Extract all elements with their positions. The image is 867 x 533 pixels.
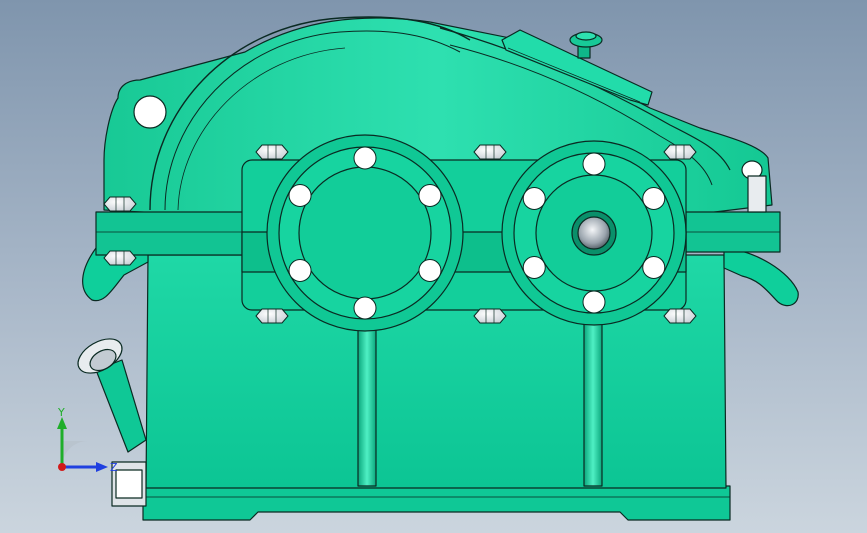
graphics-viewport[interactable]: Y Z xyxy=(0,0,867,533)
bolt-hole xyxy=(582,152,606,176)
base-plate xyxy=(142,485,731,521)
bolt-hole xyxy=(582,290,606,314)
hex-bolt xyxy=(473,308,507,324)
bolt-hole xyxy=(418,259,442,282)
split-flange xyxy=(95,211,266,256)
x-axis-dot-icon xyxy=(58,463,66,471)
bolt-hole xyxy=(353,296,377,320)
hex-bolt xyxy=(663,308,697,324)
locating-pin xyxy=(747,175,767,213)
right-lug xyxy=(723,247,799,307)
hex-bolt xyxy=(255,308,289,324)
hex-bolt xyxy=(255,144,289,160)
y-axis-label: Y xyxy=(57,406,65,419)
hex-bolt xyxy=(473,144,507,160)
rib-right xyxy=(583,317,603,487)
bolt-hole xyxy=(522,256,546,279)
lifting-eye-left xyxy=(133,95,167,129)
z-axis-arrow-icon xyxy=(96,462,108,472)
rib-left xyxy=(357,317,377,487)
bolt-hole xyxy=(353,146,377,170)
bolt-hole xyxy=(288,184,312,207)
z-axis-label: Z xyxy=(110,461,118,474)
bolt-hole xyxy=(522,187,546,210)
bolt-hole xyxy=(642,256,666,279)
bolt-hole xyxy=(288,259,312,282)
hex-bolt xyxy=(103,250,137,266)
gearbox-model[interactable] xyxy=(0,0,867,533)
bolt-hole xyxy=(642,187,666,210)
hex-bolt xyxy=(663,144,697,160)
bolt-hole xyxy=(418,184,442,207)
hex-bolt xyxy=(103,196,137,212)
coordinate-triad: Y Z xyxy=(57,406,118,474)
